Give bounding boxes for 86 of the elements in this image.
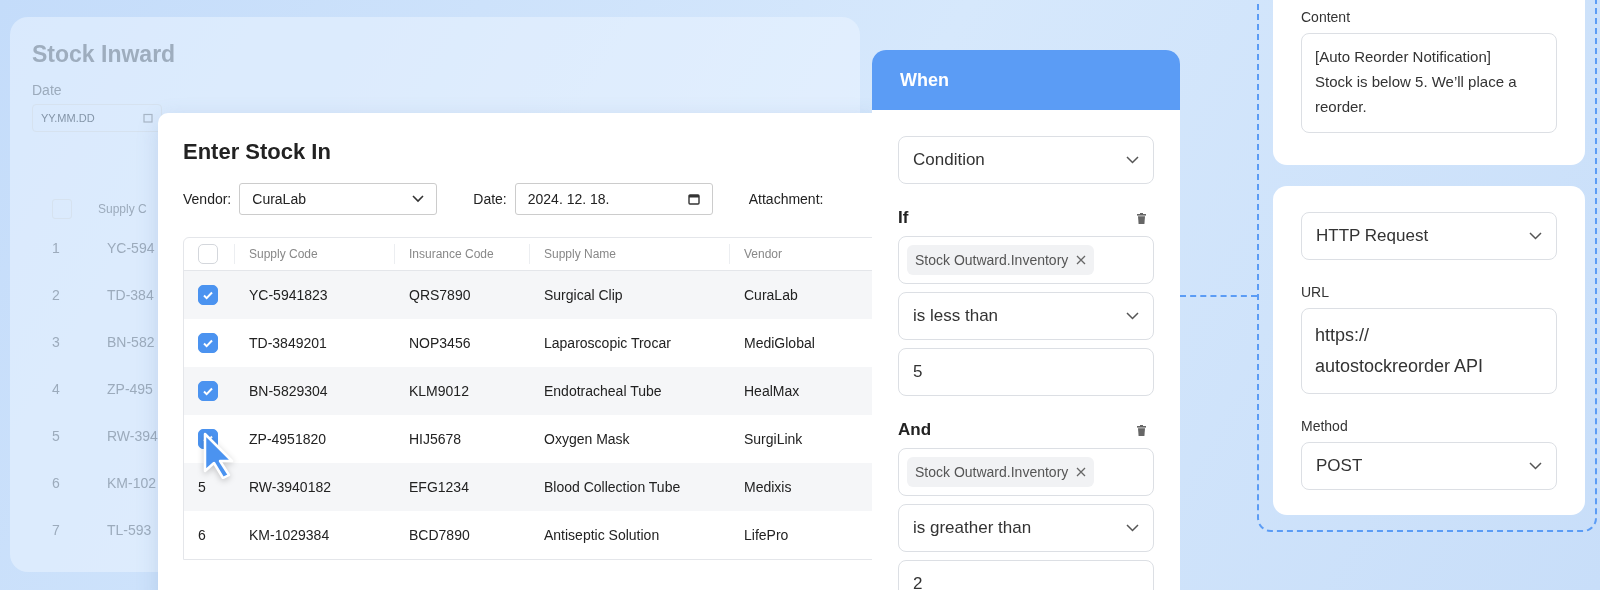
tag-chip[interactable]: Stock Outward.Inventory bbox=[907, 457, 1095, 487]
calendar-icon bbox=[143, 113, 153, 123]
operator-dropdown[interactable]: is less than bbox=[898, 292, 1154, 340]
table-cell: ZP-495 bbox=[107, 380, 153, 397]
method-label: Method bbox=[1301, 418, 1349, 434]
table-cell-text: QRS7890 bbox=[408, 287, 472, 303]
date-label: Date: bbox=[473, 191, 507, 207]
table-cell-text: Surgical Clip bbox=[543, 287, 624, 303]
vendor-dropdown[interactable]: CuraLab bbox=[239, 183, 438, 215]
table-cell-text: RW-3940182 bbox=[248, 479, 332, 495]
table-cell: TL-593 bbox=[107, 521, 152, 538]
checkbox[interactable] bbox=[198, 333, 218, 353]
date-field[interactable]: 2024. 12. 18. bbox=[514, 183, 713, 215]
table-cell-text: BN-5829304 bbox=[248, 383, 329, 399]
table-cell: RW-394 bbox=[107, 427, 158, 444]
row-number: 5 bbox=[52, 427, 61, 444]
table-cell-text: CuraLab bbox=[743, 287, 799, 303]
field-selector[interactable]: Stock Outward.Inventory bbox=[898, 448, 1154, 496]
row-number: 2 bbox=[52, 286, 61, 303]
field-selector[interactable]: Stock Outward.Inventory bbox=[898, 236, 1154, 284]
row-number: 7 bbox=[52, 521, 61, 538]
table-cell-text: BCD7890 bbox=[408, 527, 471, 543]
row-number: 6 bbox=[198, 527, 206, 543]
condition-label: And bbox=[898, 420, 932, 440]
close-icon[interactable] bbox=[1076, 255, 1087, 265]
table-cell-text: Antiseptic Solution bbox=[543, 527, 661, 543]
card-header: When bbox=[872, 50, 1180, 110]
column-header: Supply Name bbox=[529, 244, 729, 264]
column-header: Insurance Code bbox=[394, 244, 529, 264]
dialog-title: Enter Stock In bbox=[183, 139, 332, 165]
table-cell-text: Oxygen Mask bbox=[543, 431, 631, 447]
close-icon[interactable] bbox=[1076, 467, 1087, 477]
table-cell-text: KLM9012 bbox=[408, 383, 470, 399]
row-number: 1 bbox=[52, 239, 61, 256]
action-dropdown[interactable]: HTTP Request bbox=[1301, 212, 1557, 260]
column-header: Supply Code bbox=[234, 244, 394, 264]
table-cell-text: NOP3456 bbox=[408, 335, 472, 351]
table-cell-text: Endotracheal Tube bbox=[543, 383, 663, 399]
chevron-down-icon bbox=[412, 195, 425, 203]
row-number: 3 bbox=[52, 333, 61, 350]
table-cell-text: KM-1029384 bbox=[248, 527, 331, 543]
date-label: Date bbox=[32, 82, 63, 98]
operator-dropdown[interactable]: is greather than bbox=[898, 504, 1154, 552]
row-number: 6 bbox=[52, 474, 61, 491]
row-number: 5 bbox=[198, 479, 206, 495]
table-cell-text: TD-3849201 bbox=[248, 335, 328, 351]
table-cell-text: HIJ5678 bbox=[408, 431, 463, 447]
table-cell-text: HealMax bbox=[743, 383, 801, 399]
method-dropdown[interactable]: POST bbox=[1301, 442, 1557, 490]
vendor-label: Vendor: bbox=[183, 191, 232, 207]
chevron-down-icon bbox=[1126, 312, 1139, 320]
table-cell-text: ZP-4951820 bbox=[248, 431, 328, 447]
condition-label: If bbox=[898, 208, 909, 228]
checkbox[interactable] bbox=[198, 285, 218, 305]
column-header: Supply C bbox=[98, 202, 147, 216]
chevron-down-icon bbox=[1126, 156, 1139, 164]
table-cell: KM-102 bbox=[107, 474, 157, 491]
tag-chip[interactable]: Stock Outward.Inventory bbox=[907, 245, 1095, 275]
type-dropdown[interactable]: Condition bbox=[898, 136, 1154, 184]
table-cell-text: SurgiLink bbox=[743, 431, 804, 447]
value-field[interactable]: 5 bbox=[898, 348, 1154, 396]
calendar-icon bbox=[687, 193, 700, 205]
row-number: 4 bbox=[52, 380, 61, 397]
trash-icon[interactable] bbox=[1137, 212, 1146, 224]
table-cell: BN-582 bbox=[107, 333, 155, 350]
url-label: URL bbox=[1301, 284, 1330, 300]
chevron-down-icon bbox=[1529, 462, 1542, 470]
chevron-down-icon bbox=[1529, 232, 1542, 240]
table-cell-text: YC-5941823 bbox=[248, 287, 329, 303]
content-field[interactable]: [Auto Reorder Notification] Stock is below 5. We’ll place a reorder. bbox=[1301, 33, 1557, 133]
value-field[interactable]: 2 bbox=[898, 560, 1154, 590]
attachment-label: Attachment: bbox=[748, 191, 824, 207]
chevron-down-icon bbox=[1126, 524, 1139, 532]
table-cell-text: Blood Collection Tube bbox=[543, 479, 682, 495]
table-cell-text: EFG1234 bbox=[408, 479, 470, 495]
table-cell: YC-594 bbox=[107, 239, 155, 256]
table-cell-text: Laparoscopic Trocar bbox=[543, 335, 672, 351]
panel-title: Stock Inward bbox=[32, 41, 177, 68]
trash-icon[interactable] bbox=[1137, 424, 1146, 436]
table-cell: TD-384 bbox=[107, 286, 154, 303]
url-field[interactable]: https:// autostockreorder API bbox=[1301, 308, 1557, 394]
table-cell-text: LifePro bbox=[743, 527, 790, 543]
content-label: Content bbox=[1301, 9, 1352, 25]
table-cell-text: MediGlobal bbox=[743, 335, 816, 351]
checkbox[interactable] bbox=[198, 381, 218, 401]
table-cell-text: Medixis bbox=[743, 479, 793, 495]
